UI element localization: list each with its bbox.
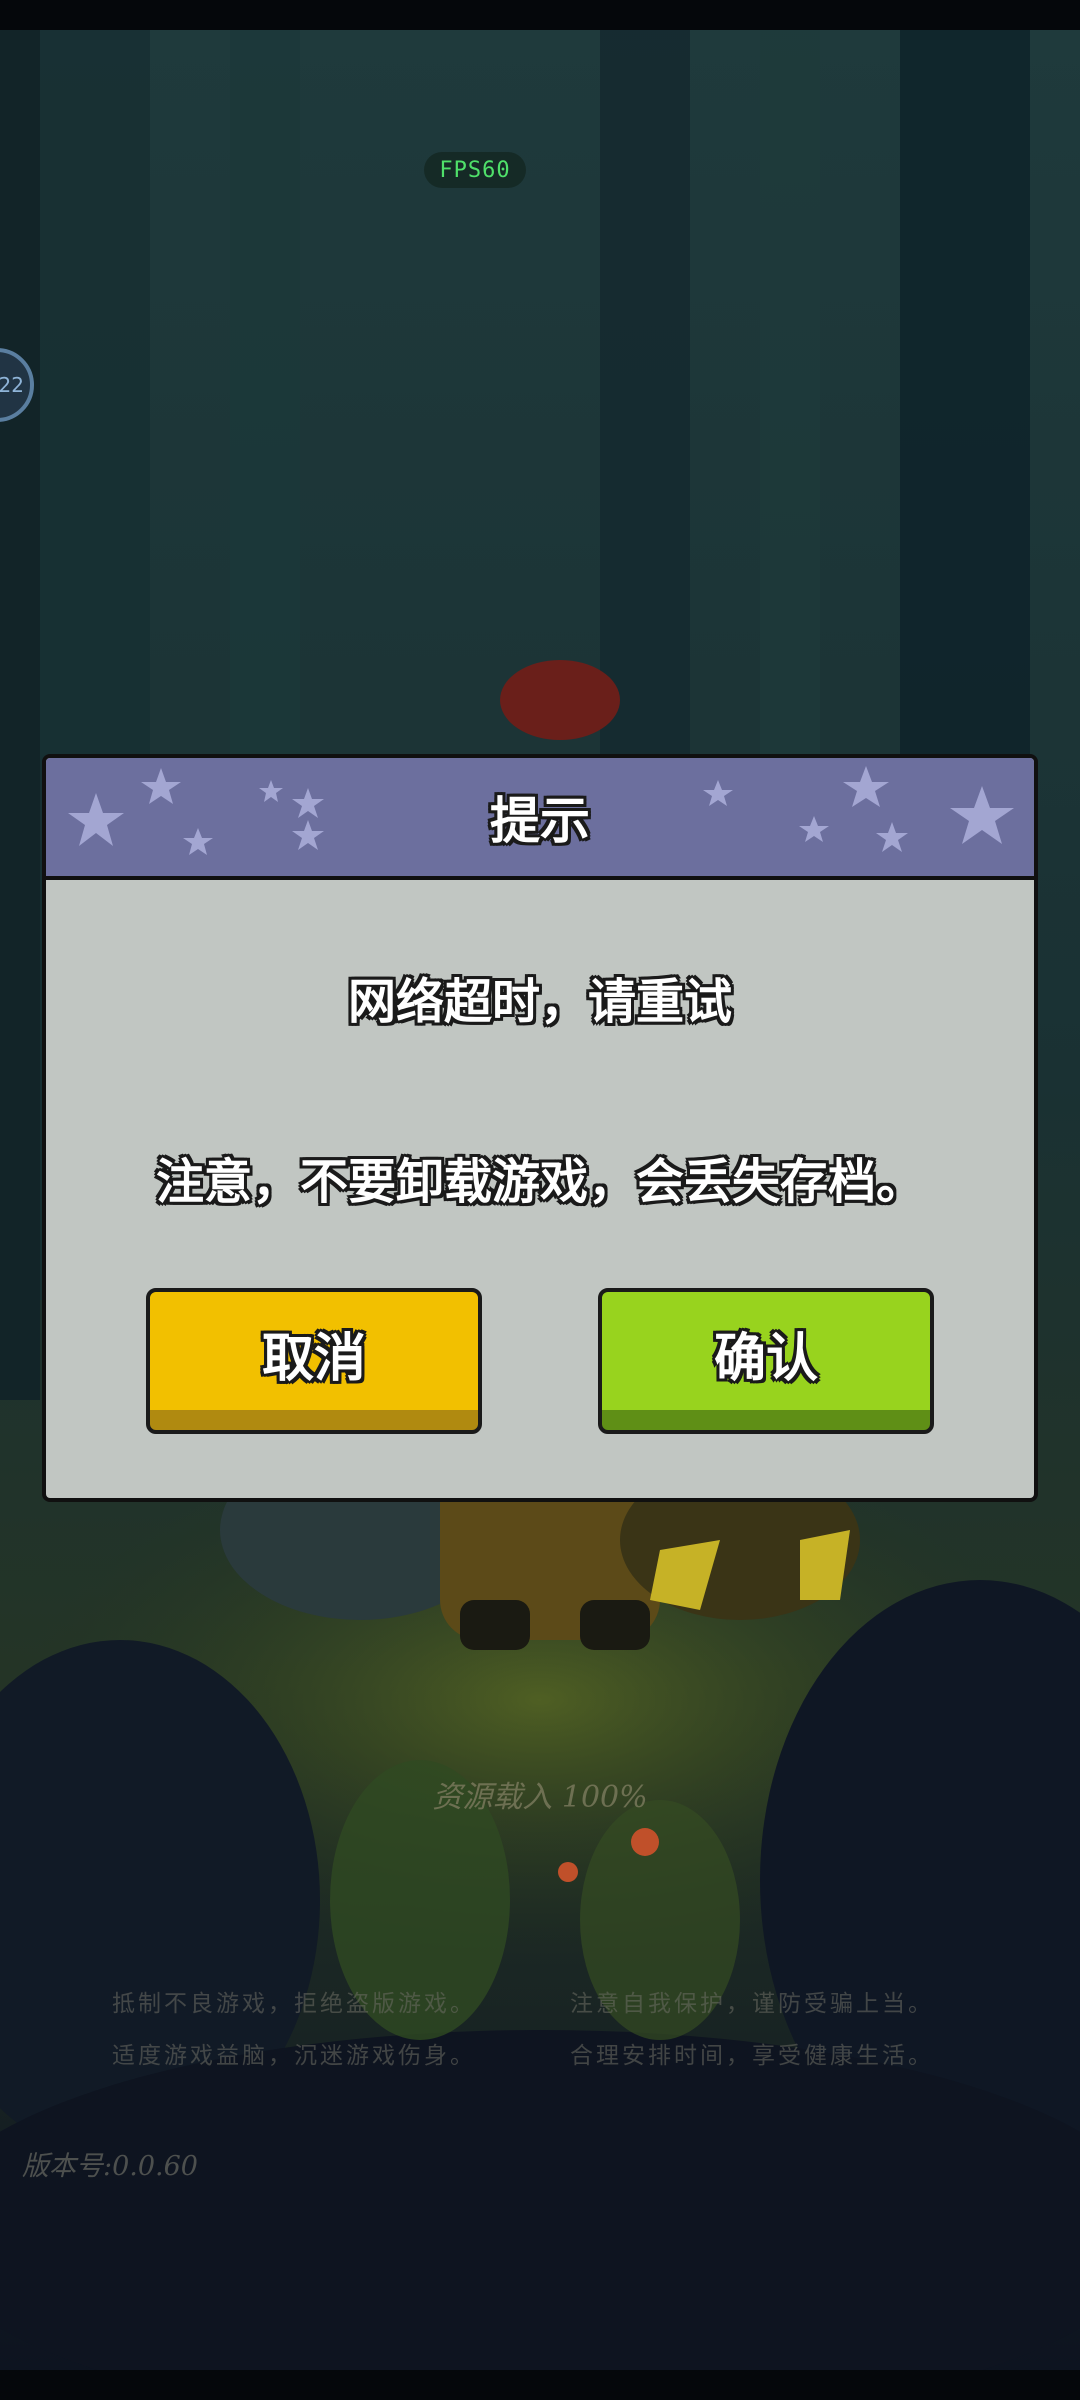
dialog-warning: 注意，不要卸载游戏，会丢失存档。 [155, 1154, 924, 1210]
confirm-button-label: 确认 [713, 1329, 818, 1389]
notice-line1-left: 抵制不良游戏，拒绝盗版游戏。 [112, 1991, 476, 2017]
version-label: 版本号:0.0.60 [22, 2151, 198, 2182]
prompt-dialog: 提示 网络超时，请重试 注意，不要卸载游戏，会丢失存档。 取消 确认 [42, 754, 1038, 1502]
status-bar [0, 0, 1080, 30]
cancel-button[interactable]: 取消 [146, 1288, 482, 1434]
notice-line2-left: 适度游戏益脑，沉迷游戏伤身。 [112, 2043, 476, 2069]
notice-line1-right: 注意自我保护，谨防受骗上当。 [570, 1991, 934, 2017]
navigation-bar [0, 2370, 1080, 2400]
dialog-title: 提示 [490, 792, 590, 850]
dialog-message: 网络超时，请重试 [347, 974, 732, 1030]
fps-counter: FPS60 [424, 152, 526, 188]
notice-line2-right: 合理安排时间，享受健康生活。 [570, 2043, 934, 2069]
loading-progress-text: 资源载入 100% [432, 1780, 648, 1815]
game-screen: FPS60 22 资源载入 100% 抵制不良游戏，拒绝盗版游戏。 注意自我保护… [0, 0, 1080, 2400]
cancel-button-label: 取消 [261, 1329, 366, 1389]
dialog-header: 提示 [46, 758, 1034, 880]
confirm-button[interactable]: 确认 [598, 1288, 934, 1434]
